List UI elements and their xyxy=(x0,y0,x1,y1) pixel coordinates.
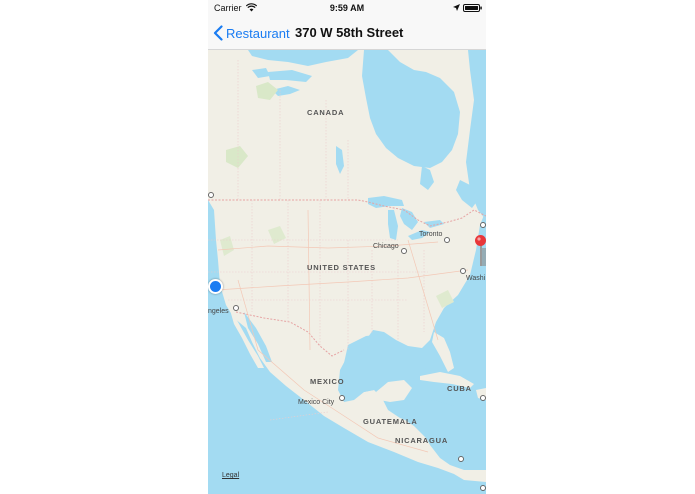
florida xyxy=(432,332,454,372)
navigation-bar: Restaurant 370 W 58th Street xyxy=(208,16,486,50)
page-title: 370 W 58th Street xyxy=(295,25,404,40)
city-dot-los-angeles xyxy=(233,305,239,311)
city-dot-panama xyxy=(458,456,464,462)
city-dot-mexico-city xyxy=(339,395,345,401)
city-dot-montreal xyxy=(480,222,486,228)
back-button[interactable]: Restaurant xyxy=(213,22,290,44)
city-dot-colombia xyxy=(480,485,486,491)
city-dot-chicago xyxy=(401,248,407,254)
label-cuba: CUBA xyxy=(447,384,472,393)
user-location-dot[interactable] xyxy=(208,279,223,294)
label-guatemala: GUATEMALA xyxy=(363,417,418,426)
phone-screen: Carrier 9:59 AM Restaurant 370 W 58th St… xyxy=(208,0,486,494)
location-arrow-icon xyxy=(453,4,460,11)
label-mexico-city: Mexico City xyxy=(298,399,335,406)
label-los-angeles: ngeles xyxy=(208,308,229,315)
legal-link[interactable]: Legal xyxy=(222,472,239,479)
city-dot-caribbean xyxy=(480,395,486,401)
label-mexico: MEXICO xyxy=(310,377,345,386)
battery-icon xyxy=(463,4,482,12)
label-washington: Washi xyxy=(466,275,486,282)
back-button-label: Restaurant xyxy=(226,25,290,41)
map-canvas xyxy=(208,50,486,494)
map-pin-icon[interactable] xyxy=(474,234,486,268)
status-bar: Carrier 9:59 AM xyxy=(208,0,486,16)
label-chicago: Chicago xyxy=(373,243,399,250)
label-toronto: Toronto xyxy=(419,231,443,238)
label-nicaragua: NICARAGUA xyxy=(395,436,449,445)
label-united-states: UNITED STATES xyxy=(307,263,376,272)
chevron-left-icon xyxy=(213,25,223,41)
city-dot-seattle xyxy=(208,192,214,198)
clock: 9:59 AM xyxy=(329,3,365,13)
city-dot-toronto xyxy=(444,237,450,243)
city-dot-washington xyxy=(460,268,466,274)
label-canada: CANADA xyxy=(307,108,345,117)
map-view[interactable]: CANADA UNITED STATES MEXICO CUBA GUATEMA… xyxy=(208,50,486,494)
